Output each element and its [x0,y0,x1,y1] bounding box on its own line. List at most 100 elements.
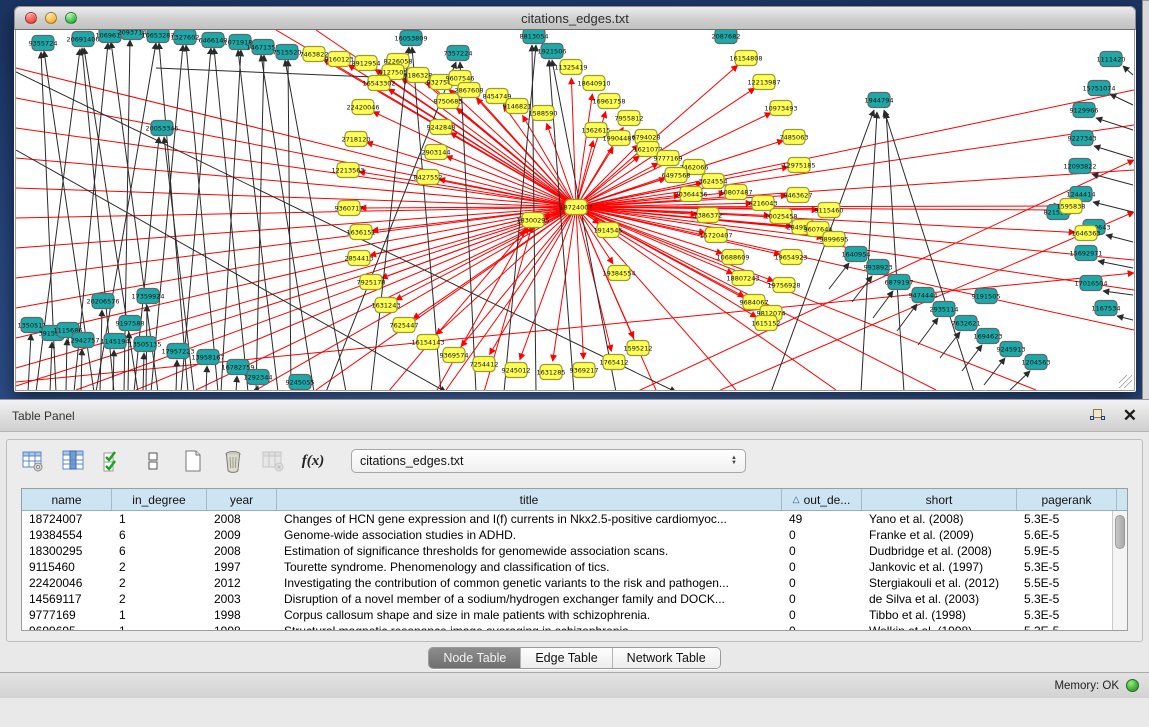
table-row[interactable]: 969969511998Structural magnetic resonanc… [22,623,1127,630]
graph-node-yellow[interactable]: 9160123 [325,52,354,67]
table-row[interactable]: 911546021997Tourette syndrome. Phenomeno… [22,559,1127,575]
scrollbar-thumb[interactable] [1115,515,1125,549]
graph-node-teal[interactable]: 16053809 [394,31,427,46]
graph-node-teal[interactable]: 7632621 [952,316,981,331]
table-row[interactable]: 1456911722003Disruption of a novel membe… [22,591,1127,607]
graph-node-yellow[interactable]: 18640910 [577,76,610,91]
column-visibility-button[interactable] [59,447,87,475]
graph-node-teal[interactable]: 7515520 [273,45,302,60]
graph-node-yellow[interactable]: 9899695 [820,232,849,247]
graph-node-yellow[interactable]: 2903144 [422,145,451,160]
graph-node-teal[interactable]: 9245055 [286,375,315,390]
graph-node-teal[interactable]: 15692971 [1069,246,1102,261]
graph-node-teal[interactable]: 17016504 [1074,276,1107,291]
graph-node-yellow[interactable]: 9777169 [654,151,683,166]
network-canvas[interactable]: 9355724206914061069612209371410653287132… [15,30,1135,391]
graph-node-yellow[interactable]: 9245012 [502,363,531,378]
graph-node-yellow[interactable]: 12975185 [782,158,815,173]
graph-node-teal[interactable]: 1921506 [538,44,567,59]
graph-node-teal[interactable]: 9197588 [116,316,145,331]
close-panel-button[interactable]: ✕ [1123,408,1137,424]
graph-node-yellow[interactable]: 1631285 [537,365,566,380]
graph-node-yellow[interactable]: 1615152 [752,316,781,331]
graph-node-yellow[interactable]: 16154808 [729,51,762,66]
graph-node-yellow[interactable]: 7925178 [357,275,386,290]
graph-node-yellow[interactable]: 10688609 [716,250,749,265]
graph-node-teal[interactable]: 9227343 [1068,131,1097,146]
memory-status-indicator[interactable] [1126,679,1139,692]
graph-node-teal[interactable]: 1145194 [101,334,130,349]
graph-node-teal[interactable]: 9355724 [29,36,58,51]
graph-node-yellow[interactable]: 9463627 [784,188,813,203]
graph-node-teal[interactable]: 1694623 [974,329,1003,344]
graph-node-teal[interactable]: 1204563 [1022,355,1051,370]
graph-node-teal[interactable]: 13505135 [128,337,161,352]
column-header-name[interactable]: name [22,489,112,510]
graph-node-yellow[interactable]: 3624554 [699,174,728,189]
graph-node-yellow[interactable]: 9146821 [503,99,532,114]
row-height-button[interactable] [139,447,167,475]
graph-node-yellow[interactable]: 1646363 [1072,226,1101,241]
graph-node-yellow[interactable]: 6497568 [662,168,691,183]
graph-node-teal[interactable]: 2935114 [930,302,959,317]
graph-node-teal[interactable]: 6879197 [885,275,914,290]
graph-node-teal[interactable]: 9245913 [997,342,1026,357]
graph-node-yellow[interactable]: 19756928 [767,278,800,293]
table-chooser-select[interactable]: citations_edges.txt ▲▼ [351,449,746,473]
graph-node-teal[interactable]: 9129966 [1070,103,1099,118]
graph-node-teal[interactable]: 1640954 [842,247,871,262]
graph-node-teal[interactable]: 1167534 [1092,301,1121,316]
graph-node-teal[interactable]: 1327602 [171,30,200,45]
graph-node-teal[interactable]: 8813054 [520,30,549,44]
graph-node-yellow[interactable]: 7625447 [390,318,419,333]
graph-node-yellow[interactable]: 8912954 [352,56,381,71]
table-row[interactable]: 977716911998Corpus callosum shape and si… [22,607,1127,623]
graph-node-yellow[interactable]: 16961758 [592,94,625,109]
column-header-year[interactable]: year [207,489,277,510]
table-row[interactable]: 1938455462009Genome-wide association stu… [22,527,1127,543]
graph-node-yellow[interactable]: 1631243 [372,298,401,313]
column-selection-button[interactable] [99,447,127,475]
column-header-pagerank[interactable]: pagerank [1017,489,1117,510]
graph-node-teal[interactable]: 1111420 [1097,52,1126,67]
graph-node-teal[interactable]: 1944794 [865,93,894,108]
graph-node-yellow[interactable]: 9242848 [427,120,456,135]
graph-node-yellow[interactable]: 9360717 [335,201,364,216]
column-header-short[interactable]: short [862,489,1017,510]
graph-node-yellow[interactable]: 7254412 [470,357,499,372]
graph-node-teal[interactable]: 1292344 [244,370,273,385]
vertical-scrollbar[interactable] [1112,511,1127,630]
window-titlebar[interactable]: citations_edges.txt [14,6,1136,30]
graph-node-teal[interactable]: 2087682 [712,30,741,44]
graph-node-yellow[interactable]: 2854413 [345,251,374,266]
graph-node-teal[interactable]: 12093822 [1063,159,1096,174]
graph-node-yellow[interactable]: 1914545 [594,223,623,238]
graph-node-teal[interactable]: 9938923 [864,260,893,275]
delete-column-button[interactable] [219,447,247,475]
graph-node-yellow[interactable]: 12213987 [747,75,780,90]
tab-network-table[interactable]: Network Table [613,648,720,668]
graph-node-yellow[interactable]: 2718120 [342,132,371,147]
graph-node-yellow[interactable]: 7386372 [694,208,723,223]
graph-node-yellow[interactable]: 7955812 [615,111,644,126]
function-builder-button[interactable]: f(x) [299,447,327,475]
graph-node-yellow[interactable]: 1588590 [529,106,558,121]
tab-edge-table[interactable]: Edge Table [521,648,612,668]
graph-node-yellow[interactable]: 8750685 [434,94,463,109]
graph-node-yellow[interactable]: 1595212 [624,341,653,356]
column-header-title[interactable]: title [277,489,782,510]
graph-node-teal[interactable]: 20053346 [145,121,178,136]
graph-node-yellow[interactable]: 1595838 [1057,199,1086,214]
graph-node-teal[interactable]: 9474444 [909,288,938,303]
table-row[interactable]: 2242004622012Investigating the contribut… [22,575,1127,591]
table-mode-button[interactable] [19,447,47,475]
graph-node-teal[interactable]: 7357224 [444,46,473,61]
citation-network-graph[interactable]: 9355724206914061069612209371410653287132… [16,30,1135,391]
graph-node-teal[interactable]: 20206576 [86,294,119,309]
resize-grip[interactable] [1119,375,1132,388]
graph-node-yellow[interactable]: 7485063 [780,130,809,145]
graph-node-yellow[interactable]: 9369217 [570,363,599,378]
graph-node-yellow[interactable]: 9369574 [440,348,469,363]
graph-node-yellow[interactable]: 11325419 [554,60,587,75]
create-column-button[interactable] [179,447,207,475]
